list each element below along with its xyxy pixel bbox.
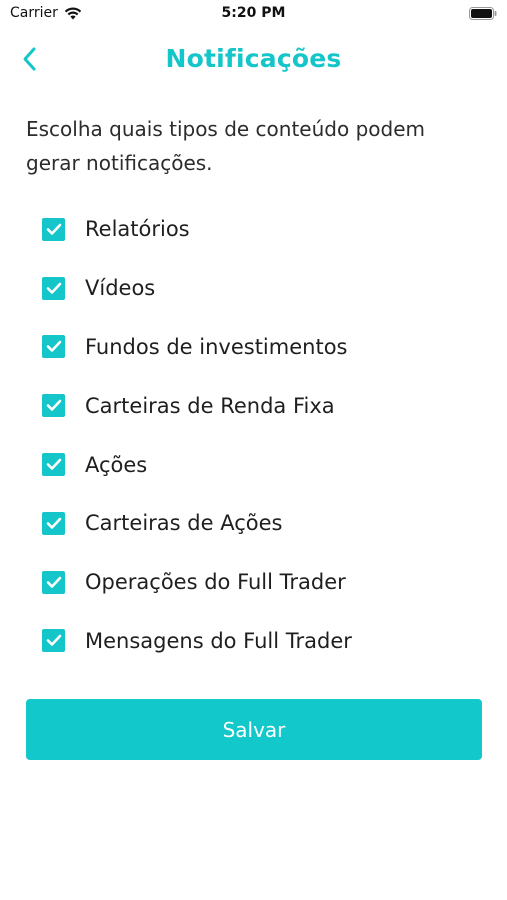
- option-operacoes-full-trader[interactable]: Operações do Full Trader: [42, 553, 482, 612]
- option-label: Relatórios: [85, 217, 190, 242]
- option-label: Ações: [85, 452, 148, 477]
- checkbox-checked[interactable]: [42, 276, 65, 300]
- description-text: Escolha quais tipos de conteúdo podem ge…: [26, 117, 425, 175]
- option-fundos-investimentos[interactable]: Fundos de investimentos: [42, 318, 482, 377]
- option-videos[interactable]: Vídeos: [42, 259, 482, 318]
- option-label: Operações do Full Trader: [85, 570, 346, 595]
- battery-icon: [469, 7, 497, 20]
- checkbox-checked[interactable]: [42, 511, 65, 535]
- save-button[interactable]: Salvar: [26, 699, 482, 760]
- checkmark-icon: [46, 635, 61, 647]
- checkbox-checked[interactable]: [42, 217, 65, 241]
- checkmark-icon: [46, 282, 61, 294]
- option-label: Fundos de investimentos: [85, 334, 348, 359]
- checkmark-icon: [46, 399, 61, 412]
- checkbox-checked[interactable]: [42, 570, 65, 594]
- option-relatorios[interactable]: Relatórios: [42, 200, 482, 259]
- checkbox-checked[interactable]: [42, 453, 65, 477]
- option-label: Vídeos: [85, 276, 156, 301]
- nav-header: Notificações: [0, 38, 507, 84]
- checkmark-icon: [46, 223, 61, 235]
- option-carteiras-acoes[interactable]: Carteiras de Ações: [42, 494, 482, 553]
- status-bar: Carrier 5:20 PM: [0, 0, 507, 28]
- option-label: Carteiras de Ações: [85, 511, 283, 536]
- checkbox-checked[interactable]: [42, 394, 65, 418]
- checkmark-icon: [46, 458, 61, 470]
- notification-options-list: Relatórios Vídeos Fundos de investimento…: [42, 200, 482, 670]
- checkmark-icon: [46, 576, 61, 588]
- option-label: Mensagens do Full Trader: [85, 628, 352, 653]
- notifications-screen: Carrier 5:20 PM Notificações Escolha qua…: [0, 0, 507, 900]
- option-carteiras-renda-fixa[interactable]: Carteiras de Renda Fixa: [42, 376, 482, 435]
- page-title: Notificações: [165, 44, 342, 73]
- option-mensagens-full-trader[interactable]: Mensagens do Full Trader: [42, 612, 482, 671]
- status-time: 5:20 PM: [221, 5, 286, 21]
- checkmark-icon: [46, 517, 61, 529]
- checkmark-icon: [46, 341, 61, 353]
- option-label: Carteiras de Renda Fixa: [85, 393, 335, 418]
- checkbox-checked[interactable]: [42, 629, 65, 653]
- checkbox-checked[interactable]: [42, 335, 65, 359]
- option-acoes[interactable]: Ações: [42, 435, 482, 494]
